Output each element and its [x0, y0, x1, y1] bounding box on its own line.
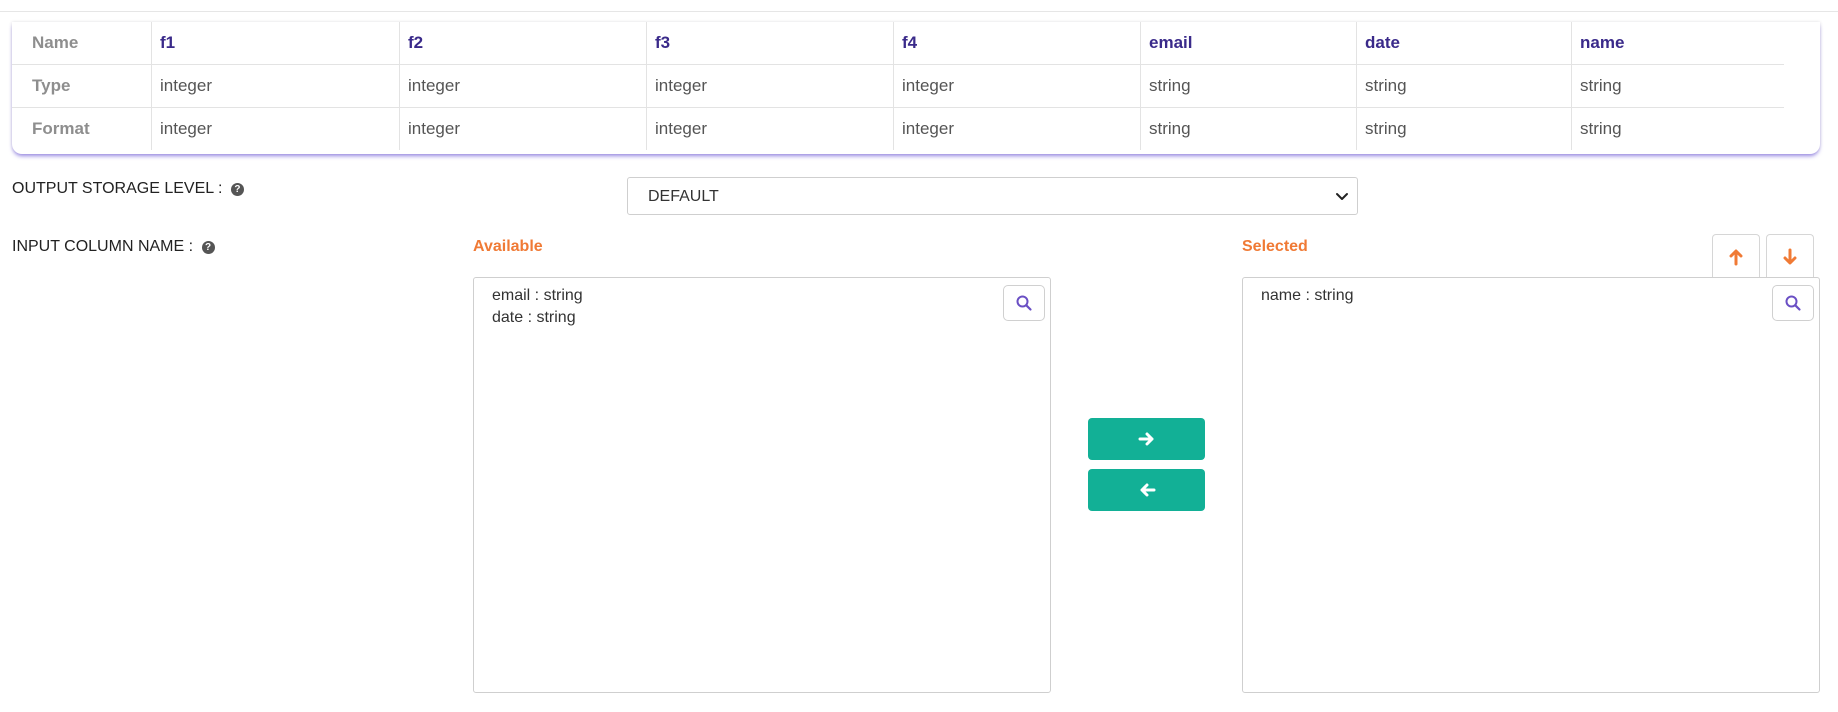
available-title: Available [473, 238, 543, 255]
question-circle-icon[interactable]: ? [230, 183, 244, 196]
row-header: Name [32, 33, 79, 52]
output-storage-select[interactable]: DEFAULT [627, 177, 1358, 215]
table-cell: integer [646, 65, 893, 107]
table-cell: integer [893, 108, 1140, 150]
question-circle-icon[interactable]: ? [201, 241, 215, 254]
table-cell: integer [399, 65, 646, 107]
table-cell: string [1140, 108, 1356, 150]
table-cell: f4 [893, 22, 1140, 64]
arrow-right-icon [1138, 432, 1153, 446]
move-down-button[interactable] [1766, 234, 1814, 278]
table-cell: string [1356, 65, 1571, 107]
table-cell: f1 [151, 22, 399, 64]
schema-table: Name f1 f2 f3 f4 email date name Type in… [12, 22, 1784, 150]
table-cell: integer [399, 108, 646, 150]
move-right-button[interactable] [1088, 418, 1205, 460]
table-cell: date [1356, 22, 1571, 64]
list-item[interactable]: email : string [492, 285, 583, 307]
table-cell: integer [893, 65, 1140, 107]
output-storage-label-group: OUTPUT STORAGE LEVEL : ? [12, 180, 244, 198]
schema-row-format: Format integer integer integer integer s… [12, 108, 1784, 150]
selected-list[interactable]: name : string [1242, 277, 1820, 693]
schema-table-card: Name f1 f2 f3 f4 email date name Type in… [12, 22, 1820, 154]
table-cell: string [1571, 108, 1784, 150]
table-cell: integer [151, 108, 399, 150]
available-list[interactable]: email : string date : string [473, 277, 1051, 693]
list-item[interactable]: name : string [1261, 285, 1353, 307]
row-header: Type [32, 76, 71, 95]
arrow-down-icon [1783, 248, 1797, 264]
output-storage-label: OUTPUT STORAGE LEVEL : [12, 180, 223, 197]
table-cell: integer [646, 108, 893, 150]
schema-row-name: Name f1 f2 f3 f4 email date name [12, 22, 1784, 65]
table-cell: string [1356, 108, 1571, 150]
output-storage-value: DEFAULT [648, 188, 719, 205]
row-header: Format [32, 119, 90, 138]
arrow-left-icon [1140, 483, 1155, 497]
search-icon [1016, 295, 1032, 311]
table-cell: integer [151, 65, 399, 107]
input-column-label-group: INPUT COLUMN NAME : ? [12, 238, 215, 256]
chevron-down-icon [1336, 193, 1348, 200]
move-up-button[interactable] [1712, 234, 1760, 278]
table-cell: name [1571, 22, 1784, 64]
table-cell: string [1571, 65, 1784, 107]
list-item[interactable]: date : string [492, 307, 583, 329]
top-divider [0, 11, 1838, 12]
search-icon [1785, 295, 1801, 311]
table-cell: string [1140, 65, 1356, 107]
input-column-label: INPUT COLUMN NAME : [12, 238, 194, 255]
available-search-button[interactable] [1003, 285, 1045, 321]
selected-search-button[interactable] [1772, 285, 1814, 321]
move-left-button[interactable] [1088, 469, 1205, 511]
table-cell: f2 [399, 22, 646, 64]
schema-row-type: Type integer integer integer integer str… [12, 65, 1784, 108]
selected-title: Selected [1242, 238, 1308, 255]
arrow-up-icon [1729, 249, 1743, 265]
table-cell: email [1140, 22, 1356, 64]
table-cell: f3 [646, 22, 893, 64]
